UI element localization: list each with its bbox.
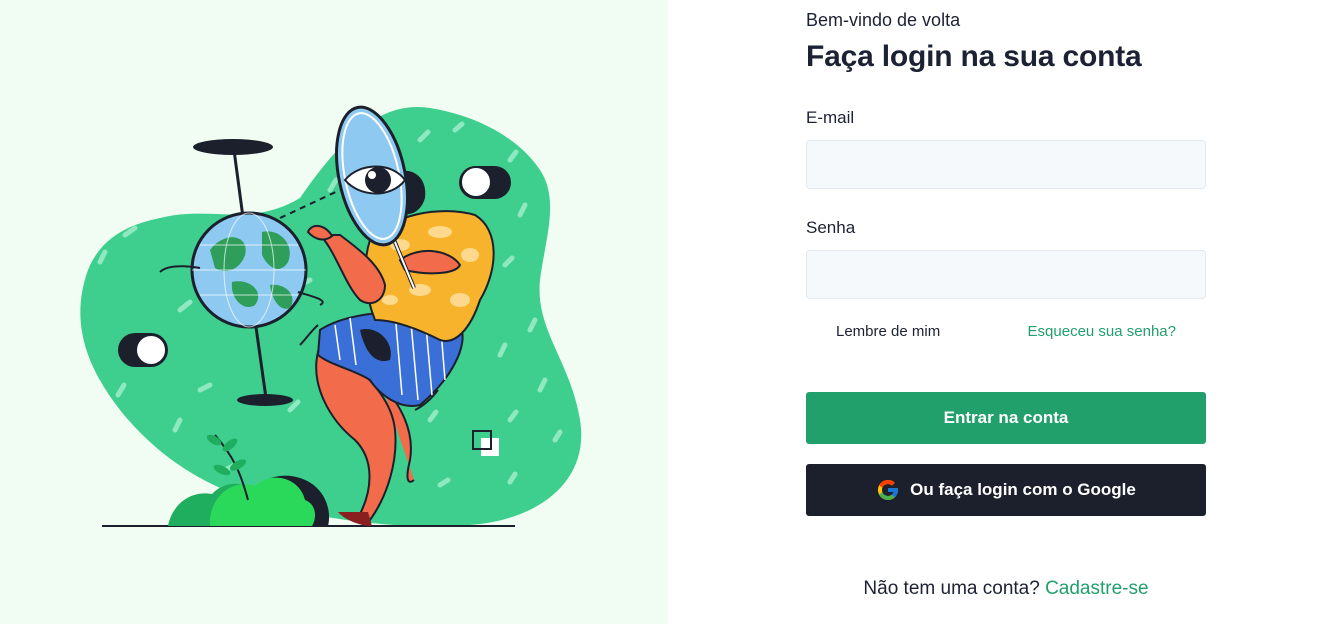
illustration-panel xyxy=(0,0,668,624)
remember-me-text: Lembre de mim xyxy=(836,323,941,340)
eye-pupil xyxy=(365,167,391,193)
remember-forgot-row: Lembre de mim Esqueceu sua senha? xyxy=(806,320,1206,344)
google-login-label: Ou faça login com o Google xyxy=(910,480,1136,499)
forgot-password-link[interactable]: Esqueceu sua senha? xyxy=(1028,323,1176,340)
welcome-text: Bem-vindo de volta xyxy=(806,10,961,30)
email-field[interactable] xyxy=(806,140,1206,189)
google-login-button[interactable]: Ou faça login com o Google xyxy=(806,464,1206,516)
page-title: Faça login na sua conta xyxy=(806,40,1142,73)
login-button-label: Entrar na conta xyxy=(943,408,1069,427)
google-icon xyxy=(876,478,900,502)
globe-stand-base xyxy=(237,394,293,406)
login-form-panel: Bem-vindo de volta Faça login na sua con… xyxy=(668,0,1341,624)
login-page: Bem-vindo de volta Faça login na sua con… xyxy=(0,0,1341,624)
signup-link[interactable]: Cadastre-se xyxy=(1045,578,1149,599)
signup-prompt: Não tem uma conta? xyxy=(863,578,1040,599)
green-blob xyxy=(80,106,582,527)
login-button[interactable]: Entrar na conta xyxy=(806,392,1206,444)
password-field[interactable] xyxy=(806,250,1206,299)
email-label: E-mail xyxy=(806,108,855,127)
login-illustration xyxy=(80,105,582,527)
password-label: Senha xyxy=(806,218,856,237)
signup-row: Não tem uma conta? Cadastre-se xyxy=(806,578,1206,600)
